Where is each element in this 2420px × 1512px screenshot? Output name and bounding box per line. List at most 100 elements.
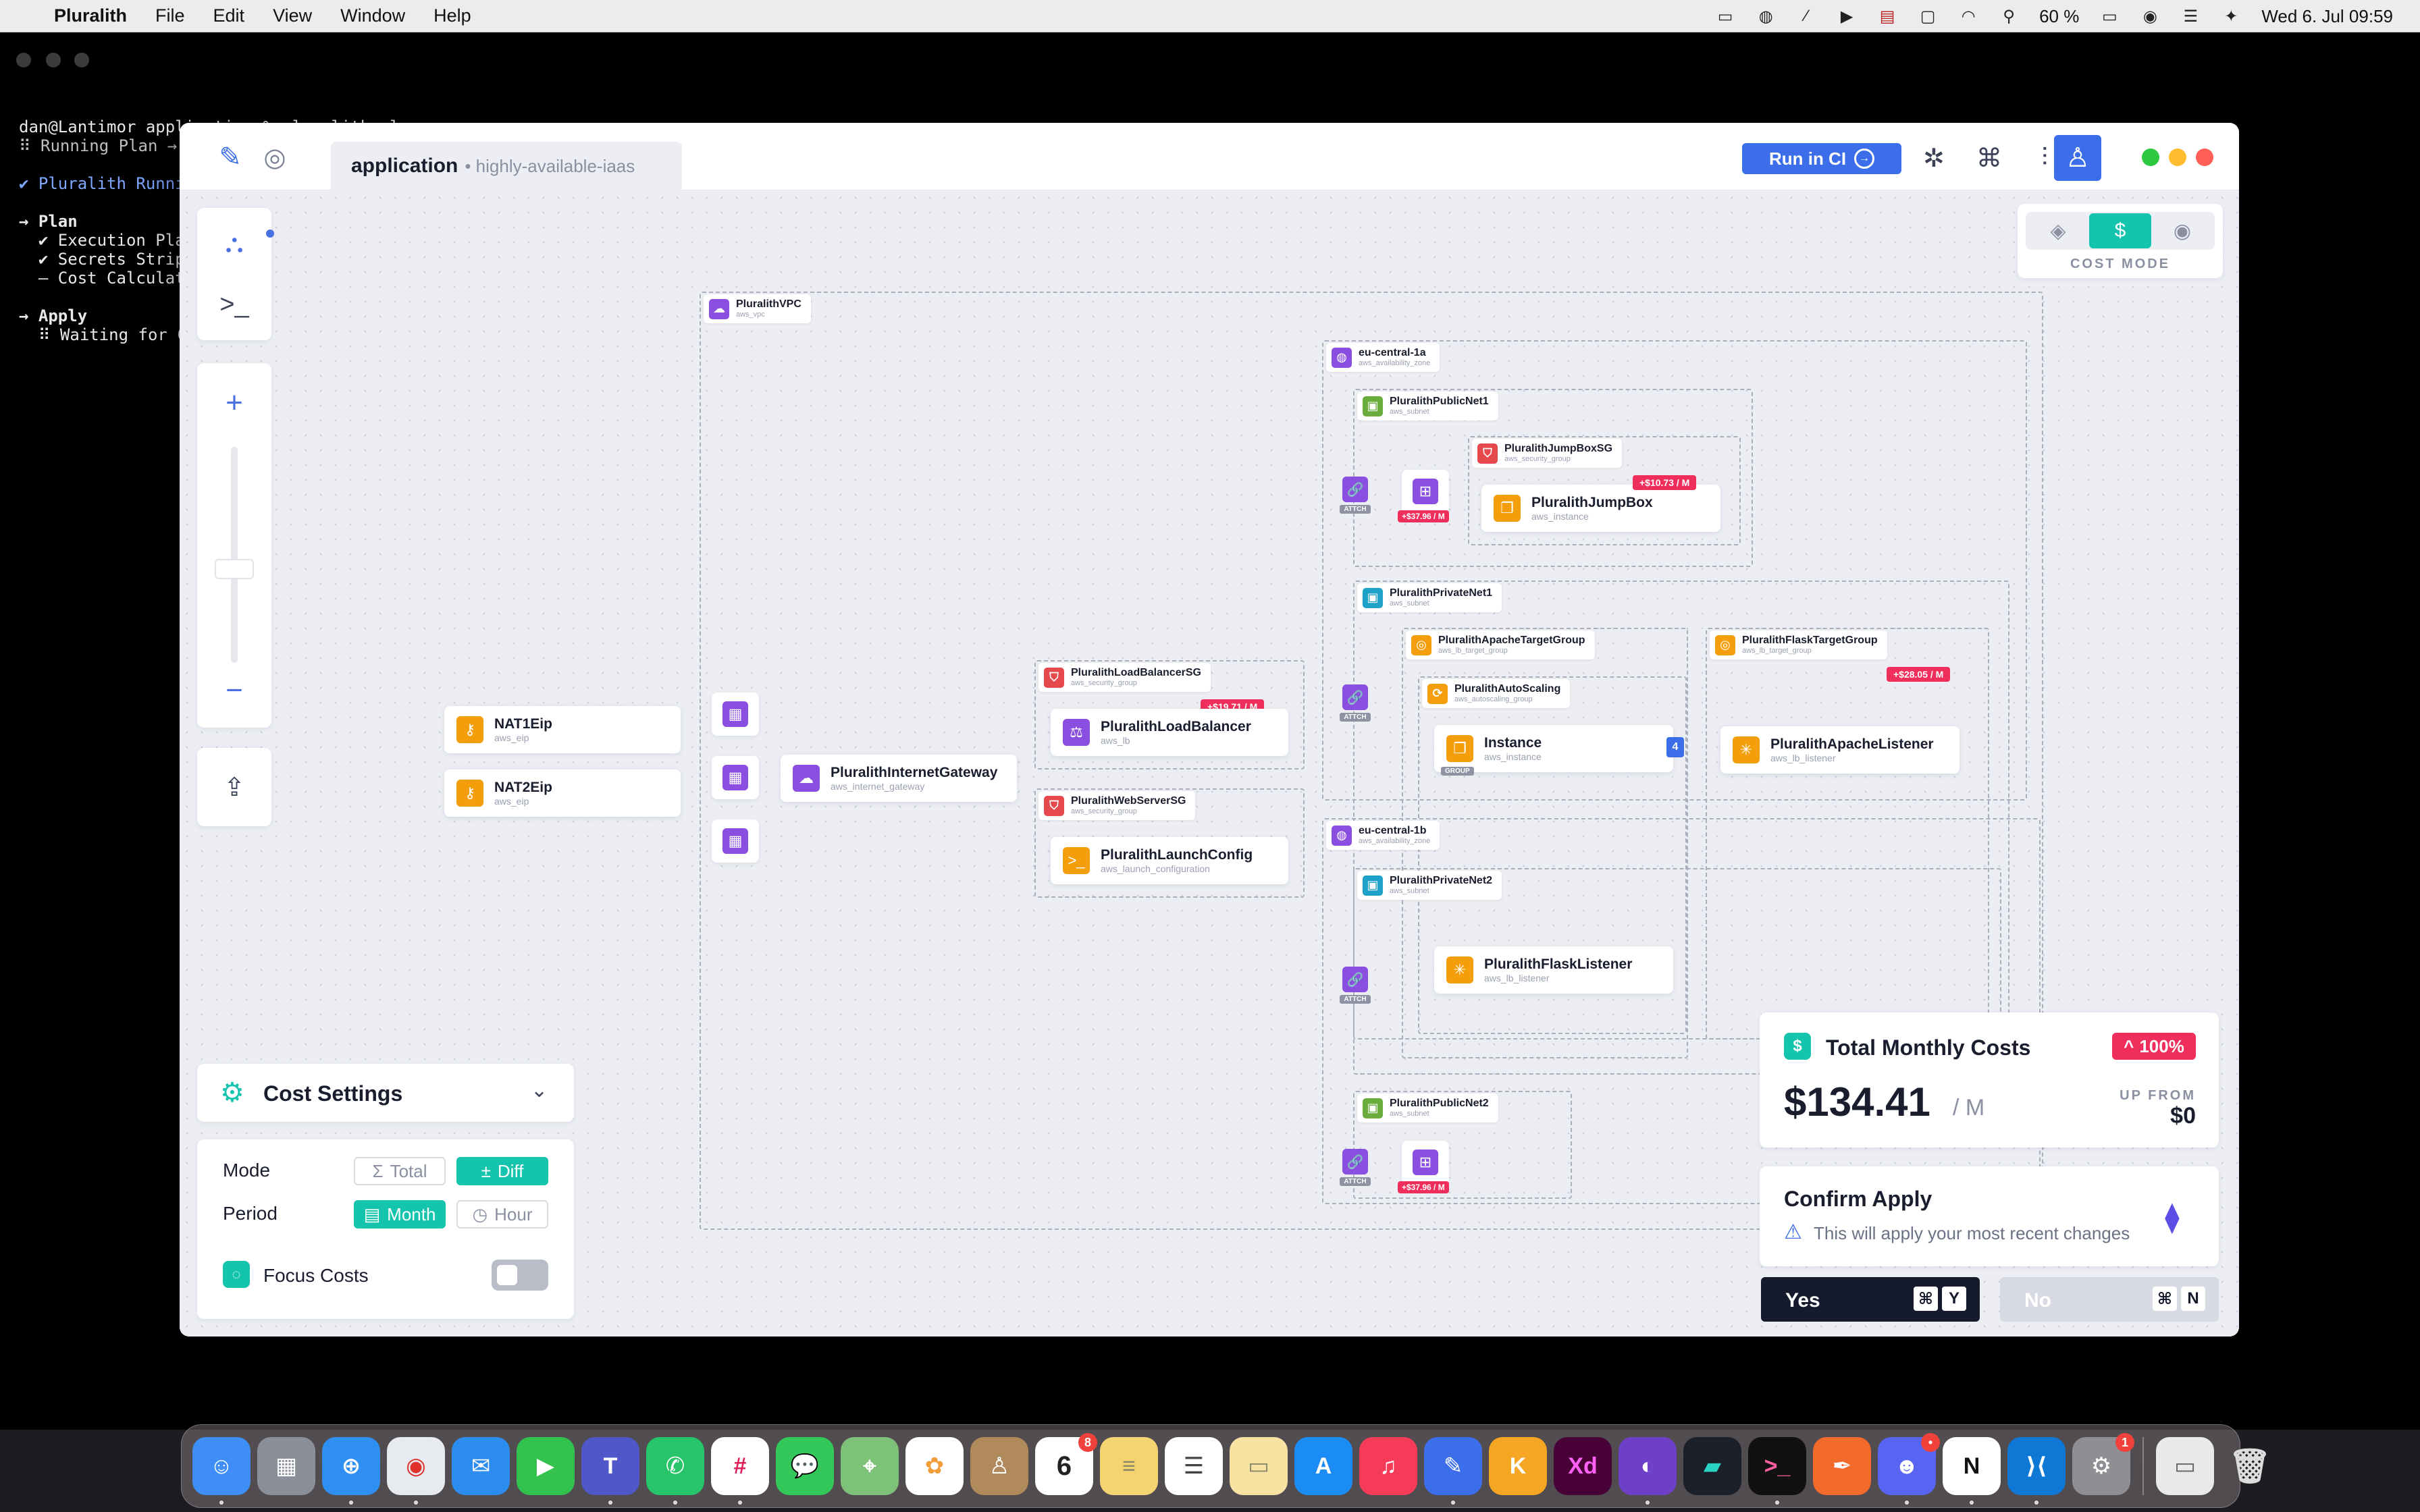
zoom-slider-handle[interactable] [215,559,254,579]
load-balancer-node[interactable]: ⚖ PluralithLoadBalancer aws_lb [1051,709,1288,756]
terminal-zoom-button[interactable] [74,53,89,68]
reminders-icon[interactable]: ☰ [1165,1437,1223,1495]
github-icon[interactable]: ◐ [1619,1437,1677,1505]
az2-label[interactable]: ◍ eu-central-1b aws_availability_zone [1326,821,1440,850]
pluralith-dock-icon[interactable]: ✎ [1424,1437,1482,1505]
display-icon[interactable]: ▢ [1918,6,1938,26]
period-month-button[interactable]: ▤ Month [354,1200,446,1228]
attach-node-private1[interactable]: 🔗 ATTCH [1338,684,1372,722]
lb-sg-label[interactable]: ⛉ PluralithLoadBalancerSG aws_security_gr… [1038,663,1211,692]
internet-gateway-node[interactable]: ☁ PluralithInternetGateway aws_internet_g… [781,755,1017,802]
keynote-icon[interactable]: K [1489,1437,1547,1495]
yes-button[interactable]: Yes ⌘ Y [1761,1277,1980,1322]
tableplus-icon[interactable]: ▰ [1683,1437,1741,1495]
music-icon[interactable]: ♫ [1359,1437,1417,1495]
documents-folder-icon[interactable]: ▭ [2156,1437,2214,1495]
photos-icon[interactable]: ✿ [905,1437,964,1495]
instance-node[interactable]: ❐ Instance aws_instance [1434,725,1673,772]
attach-node-public2[interactable]: 🔗 ATTCH [1338,1149,1372,1186]
dollar-icon[interactable]: $ [2089,213,2151,248]
terminal-close-button[interactable] [16,53,31,68]
battery-percent[interactable]: 60 % [2039,6,2079,27]
layers-icon[interactable]: ◈ [2027,213,2089,248]
menubar-clock[interactable]: Wed 6. Jul 09:59 [2261,6,2393,27]
whatsapp-icon[interactable]: ✆ [646,1437,704,1505]
slack-icon[interactable]: # [711,1437,769,1505]
apache-tg-label[interactable]: ◎ PluralithApacheTargetGroup aws_lb_targe… [1406,630,1595,659]
graph-canvas[interactable]: ⛬ >_ + − ⇪ ◈ $ ◉ COST MODE ☁ PluralithVP… [180,190,2239,1336]
mode-diff-button[interactable]: ± Diff [456,1157,548,1185]
vpc-label[interactable]: ☁ PluralithVPC aws_vpc [704,294,811,323]
az1-label[interactable]: ◍ eu-central-1a aws_availability_zone [1326,343,1440,372]
user-icon[interactable]: ◉ [2140,6,2160,26]
private-net1-label[interactable]: ▣ PluralithPrivateNet1 aws_subnet [1357,583,1502,612]
chrome-icon[interactable]: ◉ [387,1437,445,1505]
attach-node-private2[interactable]: 🔗 ATTCH [1338,967,1372,1004]
notes-icon[interactable]: ≡ [1100,1437,1158,1495]
globe-icon[interactable]: ◍ [1756,6,1776,26]
facetime-icon[interactable]: ▶ [517,1437,575,1495]
nat1-eip-node[interactable]: ⚷ NAT1Eip aws_eip [444,706,681,753]
flag-icon[interactable]: ▤ [1877,6,1897,26]
project-tab[interactable]: application • highly-available-iaas [331,142,682,190]
bug-icon[interactable]: ✲ [1916,140,1951,176]
apache-listener-node[interactable]: ✳ PluralithApacheListener aws_lb_listener [1720,726,1959,774]
trash-icon[interactable]: 🗑 [2221,1437,2279,1495]
play-icon[interactable]: ▶ [1837,6,1857,26]
period-hour-button[interactable]: ◷ Hour [456,1200,548,1228]
graph-view-icon[interactable]: ⛬ [211,220,258,267]
user-profile-button[interactable]: ♙ [2054,135,2101,181]
menu-file[interactable]: File [155,5,185,26]
menu-help[interactable]: Help [433,5,471,26]
menu-view[interactable]: View [273,5,312,26]
siri-icon[interactable]: ✦ [2221,6,2241,26]
flask-tg-label[interactable]: ◎ PluralithFlaskTargetGroup aws_lb_target… [1710,630,1887,659]
flask-listener-node[interactable]: ✳ PluralithFlaskListener aws_lb_listener [1434,946,1673,994]
public-net1-label[interactable]: ▣ PluralithPublicNet1 aws_subnet [1357,392,1498,421]
jumpbox-node[interactable]: ❐ PluralithJumpBox aws_instance [1481,485,1720,532]
menu-edit[interactable]: Edit [213,5,245,26]
stickies-icon[interactable]: ▭ [1230,1437,1288,1495]
private-net2-label[interactable]: ▣ PluralithPrivateNet2 aws_subnet [1357,871,1502,900]
cost-settings-header[interactable]: ⚙ Cost Settings ⌄ [197,1064,574,1122]
system-preferences-icon[interactable]: ⚙ 1 [2072,1433,2134,1495]
no-button[interactable]: No ⌘ N [2000,1277,2219,1322]
focus-costs-toggle[interactable] [492,1260,548,1291]
nat-gateway-public2[interactable]: ⊞ [1402,1141,1449,1184]
window-zoom-button[interactable] [2142,148,2159,166]
sketch-pen-icon[interactable]: ✒ [1813,1437,1871,1495]
web-sg-label[interactable]: ⛉ PluralithWebServerSG aws_security_group [1038,791,1196,820]
window-icon[interactable]: ▭ [1715,6,1735,26]
attach-node-public1[interactable]: 🔗 ATTCH [1338,477,1372,514]
terminal-dock-icon[interactable]: >_ [1748,1437,1806,1505]
mute-icon[interactable]: ⁄ [1796,6,1816,26]
autoscaling-label[interactable]: ⟳ PluralithAutoScaling aws_autoscaling_gr… [1422,679,1571,708]
nat2-eip-node[interactable]: ⚷ NAT2Eip aws_eip [444,770,681,817]
terminal-minimize-button[interactable] [46,53,61,68]
compass-icon[interactable]: ◎ [258,140,292,174]
zoom-slider-track[interactable] [231,447,238,663]
pluralith-logo-icon[interactable]: ✎ [213,140,247,174]
adobe-xd-icon[interactable]: Xd [1554,1437,1612,1495]
mail-icon[interactable]: ✉ [452,1437,510,1495]
window-minimize-button[interactable] [2169,148,2186,166]
zoom-in-button[interactable]: + [211,379,258,427]
chevron-down-icon[interactable]: ⌄ [531,1079,548,1102]
launch-config-node[interactable]: >_ PluralithLaunchConfig aws_launch_confi… [1051,837,1288,884]
app-store-icon[interactable]: A [1294,1437,1352,1495]
route-table-1[interactable]: ▦ [712,693,759,736]
route-table-3[interactable]: ▦ [712,819,759,863]
command-icon[interactable]: ⌘ [1972,140,2007,176]
route-table-2[interactable]: ▦ [712,756,759,799]
vscode-icon[interactable]: ⟩⟨ [2007,1437,2066,1505]
control-center-icon[interactable]: ☰ [2180,6,2201,26]
finder-icon[interactable]: ☺ [192,1437,251,1505]
teams-icon[interactable]: T [581,1437,639,1505]
discord-icon[interactable]: ☻ • [1878,1433,1940,1505]
menu-app-name[interactable]: Pluralith [54,5,127,26]
maps-icon[interactable]: ⌖ [841,1437,899,1495]
contacts-icon[interactable]: ♙ [970,1437,1028,1495]
jumpbox-sg-label[interactable]: ⛉ PluralithJumpBoxSG aws_security_group [1472,439,1623,468]
eye-icon[interactable]: ◉ [2151,213,2213,248]
run-in-ci-button[interactable]: Run in CI → [1742,143,1901,174]
